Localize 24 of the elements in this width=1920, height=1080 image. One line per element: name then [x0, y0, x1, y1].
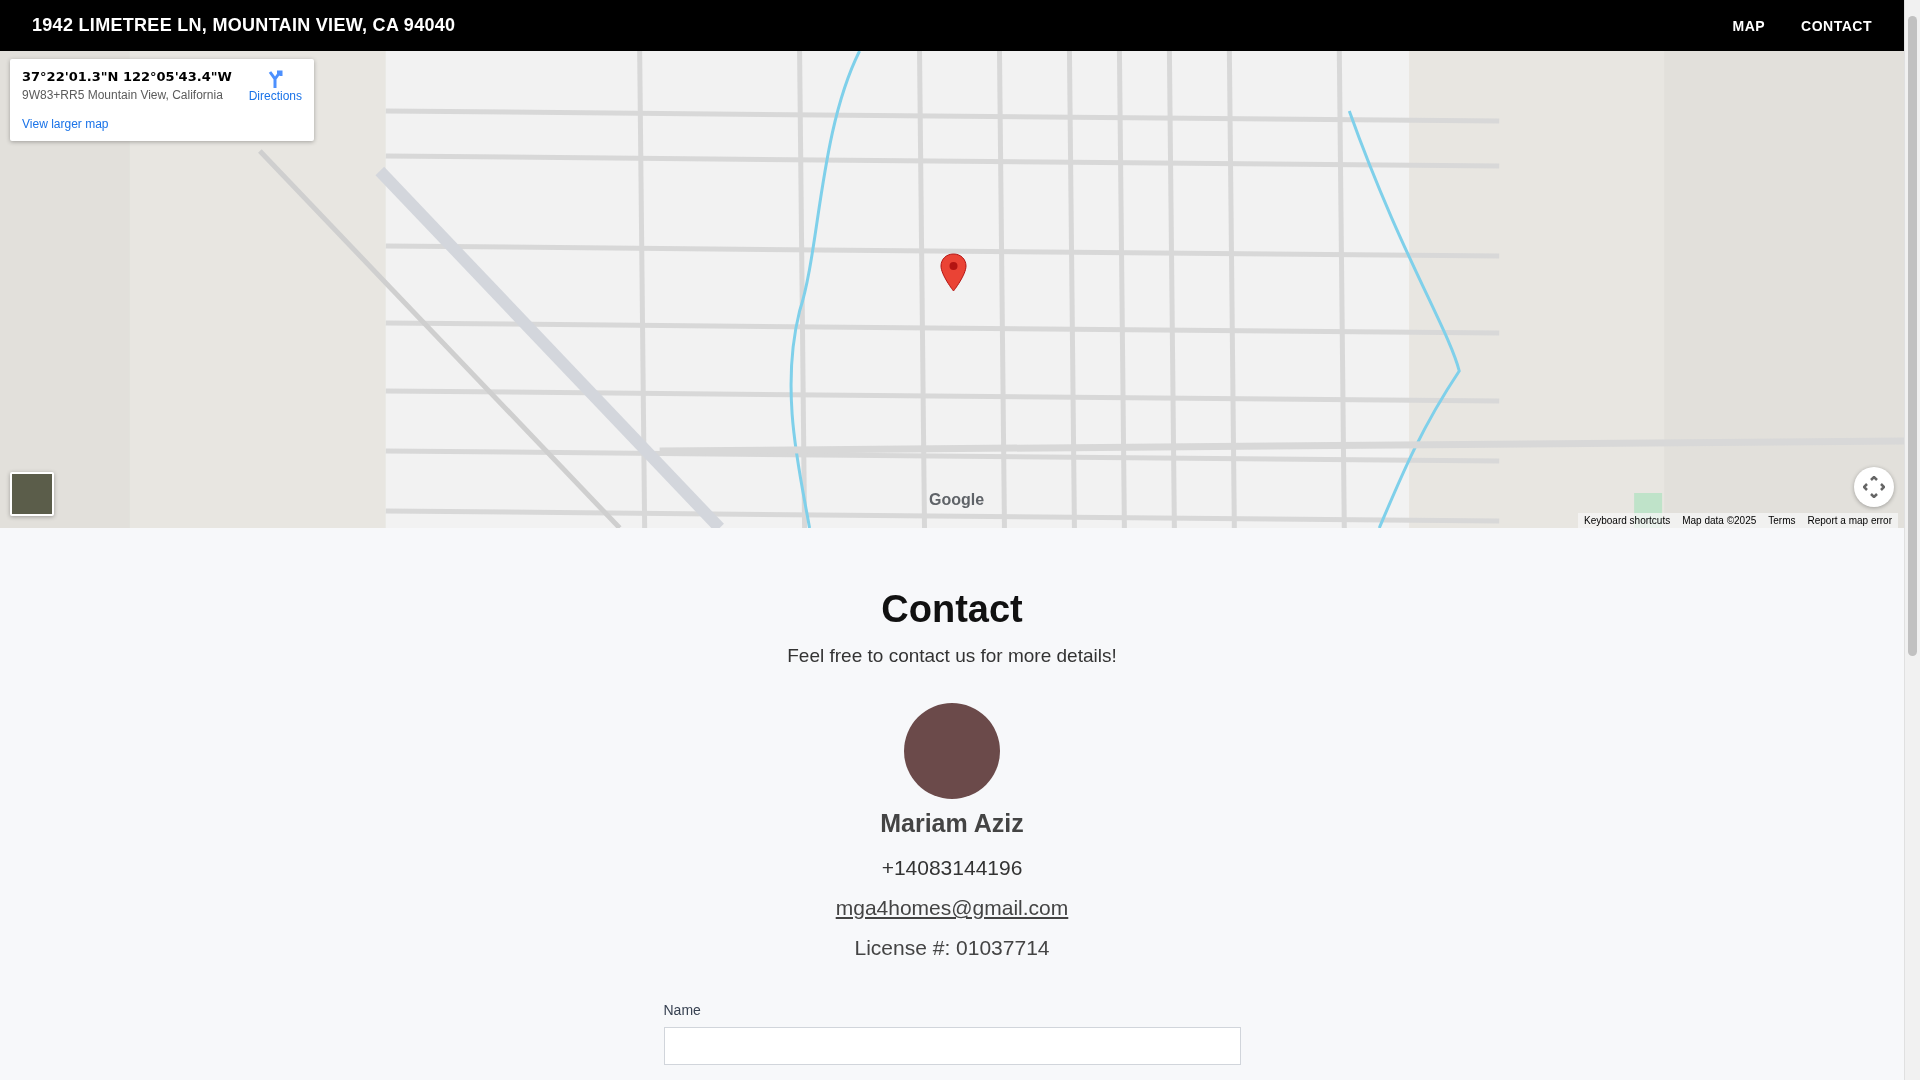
scrollbar[interactable] — [1904, 0, 1920, 1080]
map-pin-icon — [940, 253, 967, 292]
agent-name: Mariam Aziz — [880, 809, 1024, 838]
page-title: 1942 LIMETREE LN, MOUNTAIN VIEW, CA 94040 — [32, 15, 456, 36]
plus-code-text: 9W83+RR5 Mountain View, California — [22, 88, 224, 102]
map-attribution-link[interactable]: Map data ©2025 — [1676, 513, 1763, 528]
nav-link[interactable]: CONTACT — [1801, 17, 1872, 34]
satellite-thumbnail[interactable] — [10, 472, 54, 516]
section-subtitle: Feel free to contact us for more details! — [787, 645, 1117, 667]
nav-link[interactable]: MAP — [1732, 17, 1766, 34]
license-number: License #: 01037714 — [854, 936, 1050, 960]
phone-number: +14083144196 — [881, 856, 1023, 880]
coordinates-text: 37°22'01.3"N 122°05'43.4"W — [22, 69, 233, 84]
section-heading: Contact — [881, 588, 1023, 631]
map-attribution-link[interactable]: Keyboard shortcuts — [1578, 513, 1677, 528]
directions-button[interactable]: Directions — [248, 69, 302, 103]
expand-icon — [1863, 476, 1885, 498]
map-attribution-link[interactable]: Report a map error — [1801, 513, 1898, 528]
email-link[interactable]: mga4homes@gmail.com — [835, 896, 1069, 920]
map-attribution-link[interactable]: Terms — [1762, 513, 1802, 528]
input-field[interactable] — [663, 1027, 1241, 1065]
map-logo: Google — [929, 491, 985, 509]
field-label: Name — [663, 1002, 702, 1018]
view-larger-map-link[interactable]: View larger map — [22, 117, 302, 131]
